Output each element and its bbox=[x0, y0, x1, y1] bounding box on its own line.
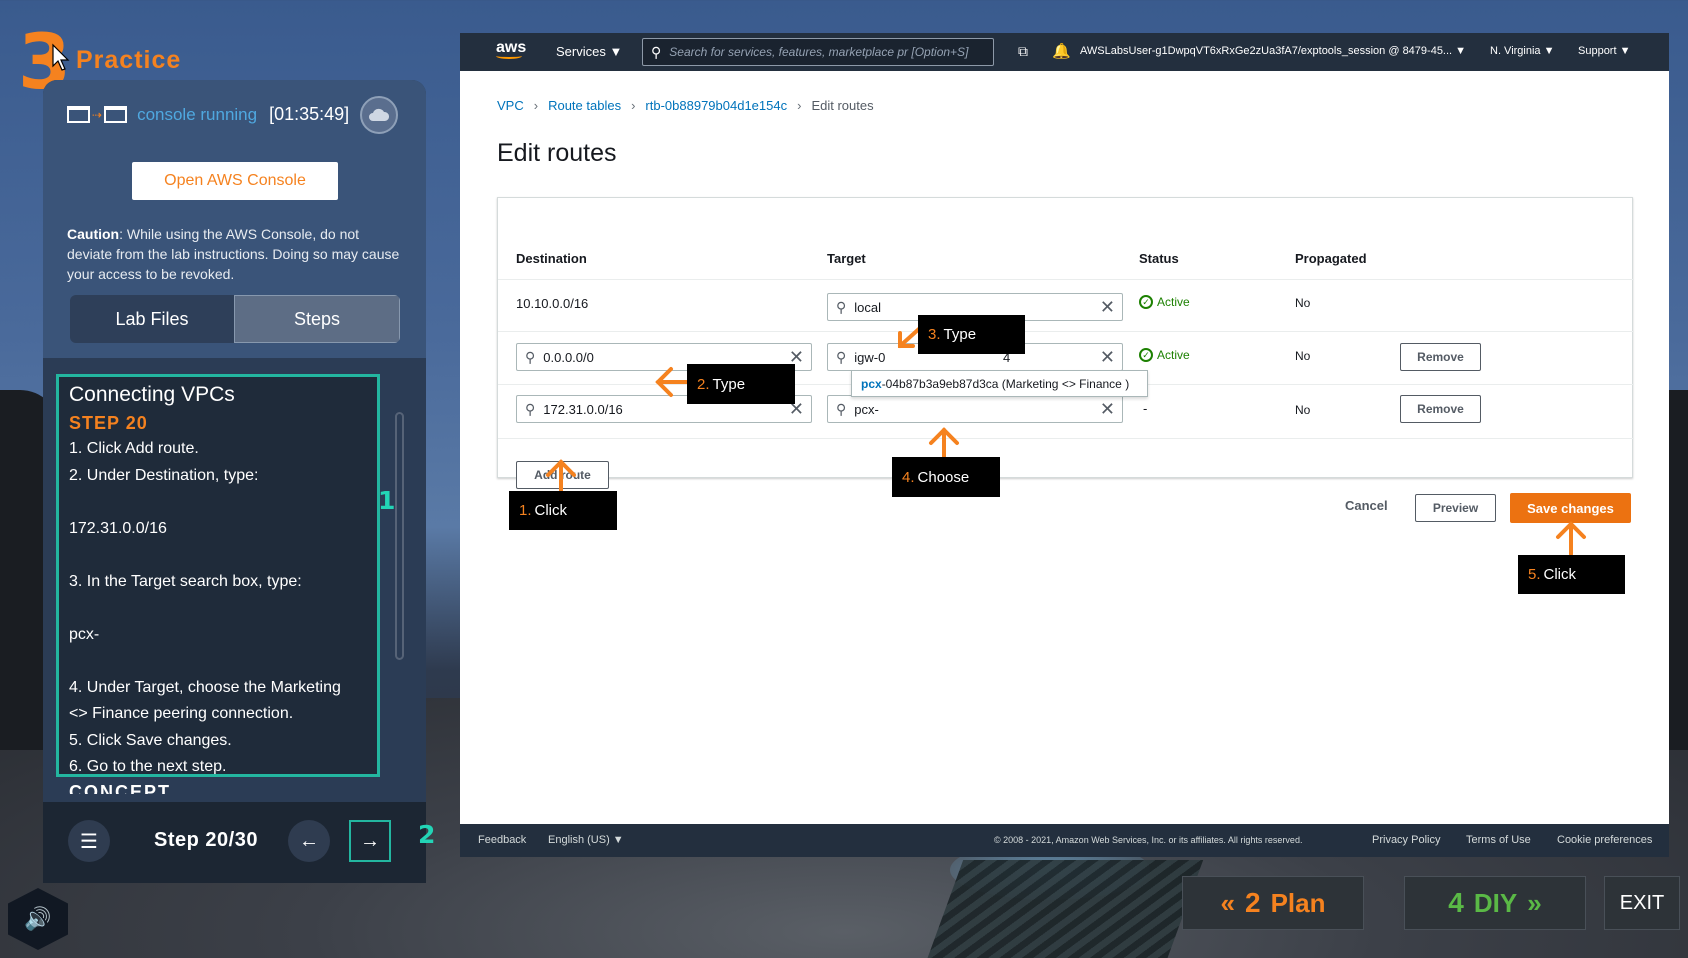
annotation-step-1: 1. Click bbox=[509, 491, 617, 530]
exit-button[interactable]: EXIT bbox=[1604, 876, 1680, 930]
plan-label: Plan bbox=[1270, 887, 1326, 918]
annotation-step-4: 4. Choose bbox=[892, 457, 1000, 497]
annotation-arrows bbox=[546, 326, 1586, 556]
diy-number: 4 bbox=[1448, 887, 1464, 918]
annotation-step-3: 3. Type bbox=[918, 315, 1025, 354]
arrow-down-left-icon bbox=[898, 326, 922, 348]
diy-label: DIY bbox=[1473, 887, 1518, 918]
plan-button[interactable]: « 2 Plan bbox=[1182, 876, 1364, 930]
annotation-step-5: 5. Click bbox=[1518, 555, 1625, 594]
plan-number: 2 bbox=[1244, 887, 1261, 918]
annotation-step-2: 2. Type bbox=[687, 364, 795, 404]
double-chevron-right-icon: » bbox=[1527, 887, 1542, 918]
double-chevron-left-icon: « bbox=[1220, 887, 1235, 918]
diy-button[interactable]: 4 DIY » bbox=[1404, 876, 1586, 930]
